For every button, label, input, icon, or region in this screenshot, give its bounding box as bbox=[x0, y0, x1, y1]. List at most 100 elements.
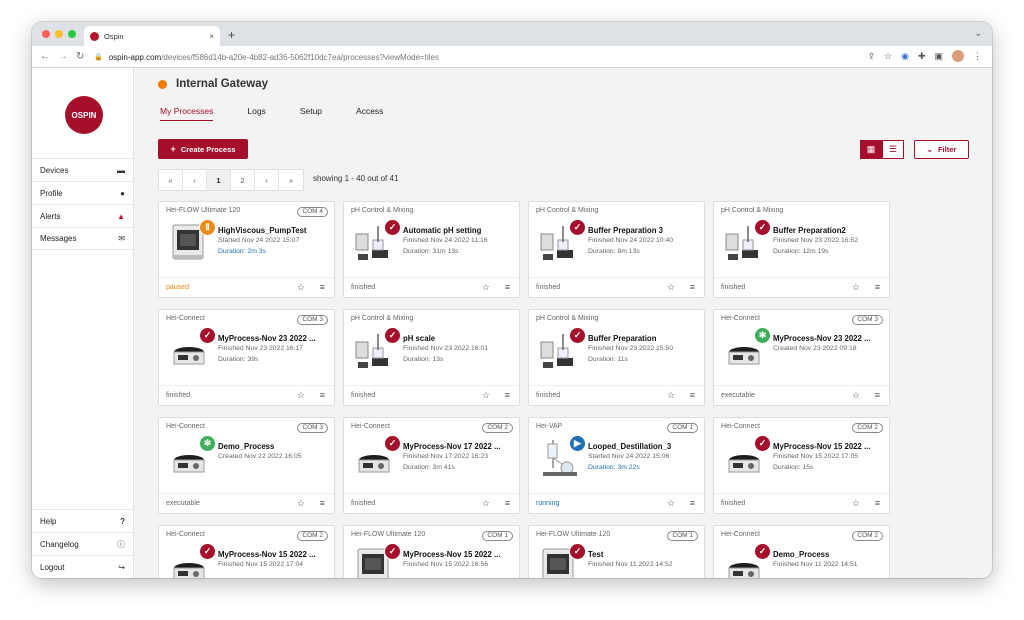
favorite-star-icon[interactable]: ☆ bbox=[482, 282, 490, 293]
process-name[interactable]: Test bbox=[588, 550, 700, 559]
card-menu-icon[interactable]: ≡ bbox=[875, 498, 880, 508]
card-menu-icon[interactable]: ≡ bbox=[690, 390, 695, 400]
process-name[interactable]: Automatic pH setting bbox=[403, 226, 515, 235]
page-1-button[interactable]: 1 bbox=[207, 170, 231, 190]
card-menu-icon[interactable]: ≡ bbox=[320, 498, 325, 508]
new-tab-button[interactable]: + bbox=[228, 28, 235, 42]
finished-status-icon: ✓ bbox=[384, 327, 401, 344]
process-card[interactable]: pH Control & Mixing ✓ Buffer Preparation2 F… bbox=[713, 201, 890, 298]
tab-close-icon[interactable]: × bbox=[209, 32, 214, 41]
process-name[interactable]: MyProcess-Nov 17 2022 ... bbox=[403, 442, 515, 451]
process-card[interactable]: pH Control & Mixing ✓ Buffer Preparation 3… bbox=[528, 201, 705, 298]
card-menu-icon[interactable]: ≡ bbox=[320, 282, 325, 292]
reload-icon[interactable]: ↻ bbox=[76, 51, 84, 62]
process-name[interactable]: MyProcess-Nov 23 2022 ... bbox=[773, 334, 885, 343]
ospin-logo[interactable]: OSPIN bbox=[65, 96, 103, 134]
next-page-button[interactable]: › bbox=[255, 170, 279, 190]
sidebar-item-devices[interactable]: Devices ▬ bbox=[32, 158, 133, 181]
process-card[interactable]: Hei-Connect COM 2 ✓ MyProcess-Nov 15 2022 .… bbox=[713, 417, 890, 514]
favorite-star-icon[interactable]: ☆ bbox=[297, 390, 305, 401]
extensions-puzzle-icon[interactable]: ✚ bbox=[918, 51, 926, 62]
sidebar-item-help[interactable]: Help ? bbox=[32, 509, 133, 532]
share-icon[interactable]: ⇪ bbox=[867, 51, 875, 62]
browser-tab[interactable]: Ospin × bbox=[84, 26, 220, 46]
process-name[interactable]: Looped_Destillation_3 bbox=[588, 442, 700, 451]
card-menu-icon[interactable]: ≡ bbox=[505, 390, 510, 400]
process-name[interactable]: HighViscous_PumpTest bbox=[218, 226, 330, 235]
tab-access[interactable]: Access bbox=[356, 106, 383, 121]
process-state: finished bbox=[166, 392, 191, 399]
last-page-button[interactable]: » bbox=[279, 170, 303, 190]
bookmark-star-icon[interactable]: ☆ bbox=[884, 51, 892, 62]
card-footer: finished ☆ ≡ bbox=[159, 385, 334, 405]
process-card[interactable]: Hei-FLOW Ultimate 120 COM 4 Ⅱ HighViscous_P… bbox=[158, 201, 335, 298]
sidepanel-icon[interactable]: ▣ bbox=[934, 51, 943, 62]
card-menu-icon[interactable]: ≡ bbox=[875, 390, 880, 400]
card-menu-icon[interactable]: ≡ bbox=[875, 282, 880, 292]
process-card[interactable]: Hei-Connect COM 2 ✓ MyProcess-Nov 15 2022 .… bbox=[158, 525, 335, 578]
process-name[interactable]: pH scale bbox=[403, 334, 515, 343]
sidebar-item-profile[interactable]: Profile ● bbox=[32, 181, 133, 204]
sidebar-item-changelog[interactable]: Changelog ⓘ bbox=[32, 532, 133, 555]
favorite-star-icon[interactable]: ☆ bbox=[297, 282, 305, 293]
process-name[interactable]: MyProcess-Nov 15 2022 ... bbox=[218, 550, 330, 559]
first-page-button[interactable]: « bbox=[159, 170, 183, 190]
tab-my-processes[interactable]: My Processes bbox=[160, 106, 214, 121]
sidebar-item-logout[interactable]: Logout ↪ bbox=[32, 555, 133, 578]
card-menu-icon[interactable]: ≡ bbox=[690, 498, 695, 508]
create-process-button[interactable]: + Create Process bbox=[158, 139, 248, 159]
profile-avatar[interactable] bbox=[952, 50, 964, 62]
process-name[interactable]: Buffer Preparation2 bbox=[773, 226, 885, 235]
sidebar-item-alerts[interactable]: Alerts ▲ bbox=[32, 204, 133, 227]
process-card[interactable]: Hei-Connect COM 2 ✓ Demo_Process Finished No… bbox=[713, 525, 890, 578]
favorite-star-icon[interactable]: ☆ bbox=[297, 498, 305, 509]
tab-list-chevron-icon[interactable]: ⌄ bbox=[974, 28, 982, 39]
extension-circle-icon[interactable]: ◉ bbox=[901, 51, 909, 62]
process-name[interactable]: Demo_Process bbox=[218, 442, 330, 451]
url-field[interactable]: 🔒 ospin-app.com/devices/f586d14b-a20e-4b… bbox=[94, 49, 874, 65]
card-footer: executable ☆ ≡ bbox=[159, 493, 334, 513]
minimize-window-icon[interactable] bbox=[55, 30, 63, 38]
process-card[interactable]: Hei-FLOW Ultimate 120 COM 1 ✓ MyProcess-Nov… bbox=[343, 525, 520, 578]
process-card[interactable]: pH Control & Mixing ✓ Automatic pH setting… bbox=[343, 201, 520, 298]
process-card[interactable]: Hei-Connect COM 2 ✓ MyProcess-Nov 17 2022 .… bbox=[343, 417, 520, 514]
tab-logs[interactable]: Logs bbox=[247, 106, 265, 121]
favorite-star-icon[interactable]: ☆ bbox=[852, 282, 860, 293]
zoom-window-icon[interactable] bbox=[68, 30, 76, 38]
card-menu-icon[interactable]: ≡ bbox=[690, 282, 695, 292]
card-menu-icon[interactable]: ≡ bbox=[505, 282, 510, 292]
favorite-star-icon[interactable]: ☆ bbox=[852, 498, 860, 509]
forward-arrow-icon[interactable]: → bbox=[58, 51, 68, 62]
favorite-star-icon[interactable]: ☆ bbox=[482, 390, 490, 401]
process-name[interactable]: MyProcess-Nov 15 2022 ... bbox=[773, 442, 885, 451]
process-card[interactable]: Hei-FLOW Ultimate 120 COM 1 ✓ Test Finished … bbox=[528, 525, 705, 578]
favorite-star-icon[interactable]: ☆ bbox=[667, 282, 675, 293]
process-card[interactable]: pH Control & Mixing ✓ Buffer Preparation Fi… bbox=[528, 309, 705, 406]
list-view-button[interactable]: ☰ bbox=[882, 140, 904, 159]
card-menu-icon[interactable]: ≡ bbox=[505, 498, 510, 508]
process-card[interactable]: Hei-Connect COM 3 ✻ MyProcess-Nov 23 2022 .… bbox=[713, 309, 890, 406]
favorite-star-icon[interactable]: ☆ bbox=[667, 390, 675, 401]
process-card[interactable]: Hei-VAP COM 1 ▶ Looped_Destillation_3 Starte… bbox=[528, 417, 705, 514]
browser-menu-icon[interactable]: ⋮ bbox=[973, 51, 982, 62]
page-2-button[interactable]: 2 bbox=[231, 170, 255, 190]
process-name[interactable]: Buffer Preparation bbox=[588, 334, 700, 343]
back-arrow-icon[interactable]: ← bbox=[40, 51, 50, 62]
process-card[interactable]: Hei-Connect COM 3 ✓ MyProcess-Nov 23 2022 .… bbox=[158, 309, 335, 406]
sidebar-item-messages[interactable]: Messages ✉ bbox=[32, 227, 133, 250]
close-window-icon[interactable] bbox=[42, 30, 50, 38]
favorite-star-icon[interactable]: ☆ bbox=[852, 390, 860, 401]
tab-setup[interactable]: Setup bbox=[300, 106, 322, 121]
favorite-star-icon[interactable]: ☆ bbox=[482, 498, 490, 509]
process-card[interactable]: Hei-Connect COM 3 ✻ Demo_Process Created Nov… bbox=[158, 417, 335, 514]
process-card[interactable]: pH Control & Mixing ✓ pH scale Finished Nov… bbox=[343, 309, 520, 406]
prev-page-button[interactable]: ‹ bbox=[183, 170, 207, 190]
filter-button[interactable]: ⌄ Filter bbox=[914, 140, 969, 159]
favorite-star-icon[interactable]: ☆ bbox=[667, 498, 675, 509]
tile-view-button[interactable]: ▦ bbox=[860, 140, 882, 159]
card-menu-icon[interactable]: ≡ bbox=[320, 390, 325, 400]
process-name[interactable]: MyProcess-Nov 23 2022 ... bbox=[218, 334, 330, 343]
process-name[interactable]: Buffer Preparation 3 bbox=[588, 226, 700, 235]
process-name[interactable]: MyProcess-Nov 15 2022 ... bbox=[403, 550, 515, 559]
process-name[interactable]: Demo_Process bbox=[773, 550, 885, 559]
